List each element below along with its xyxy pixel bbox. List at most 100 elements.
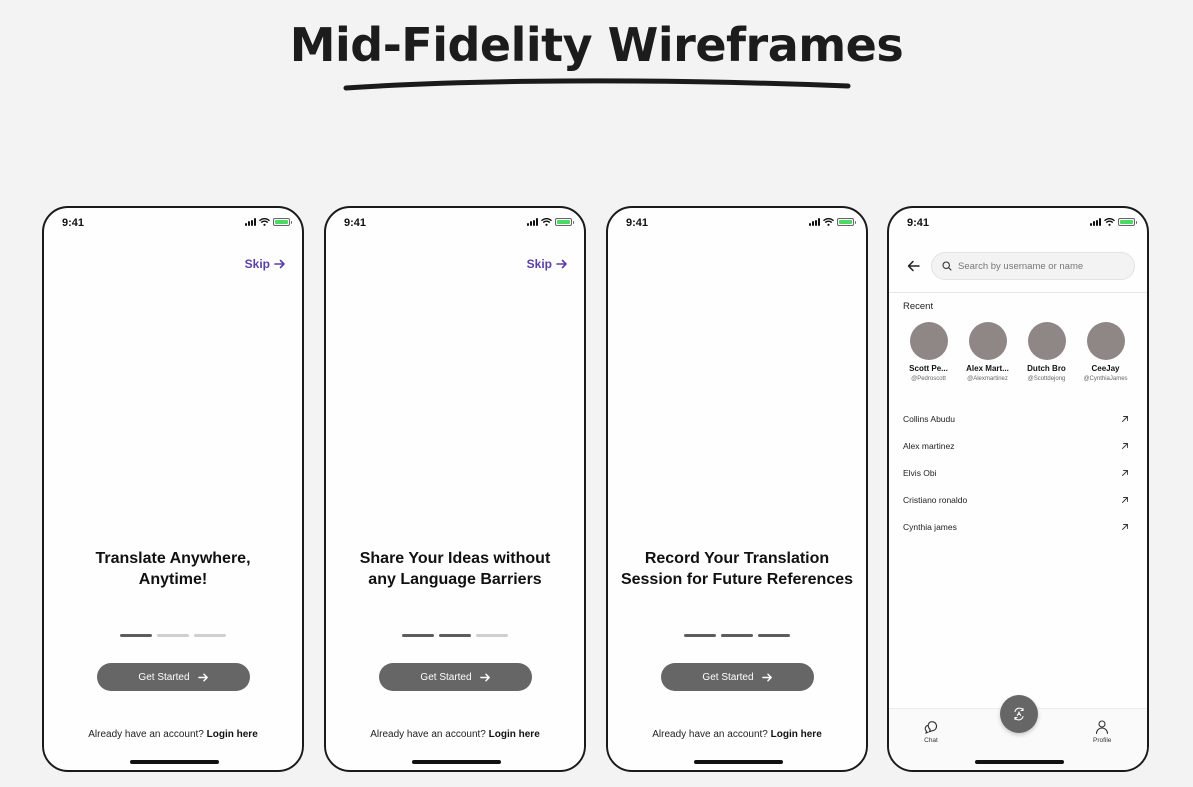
recent-contact[interactable]: Scott Pe... @Pedroscott [899,322,958,382]
status-time: 9:41 [62,217,85,229]
skip-button[interactable]: Skip [245,257,286,271]
page-dot [402,634,434,637]
headline-line-1: Share Your Ideas without [359,550,551,567]
search-icon [942,261,952,271]
recent-label: Recent [903,301,934,312]
recent-contact-name: Dutch Bro [1027,364,1066,373]
onboarding-screen-2: 9:41 Skip Share Your Ideas without any L… [324,206,586,772]
get-started-label: Get Started [420,671,472,683]
arrow-up-right-icon [1122,416,1128,423]
home-indicator [130,760,219,764]
recent-contact[interactable]: CeeJay @CynthiaJames [1076,322,1135,382]
page-dot [758,634,790,637]
status-bar: 9:41 [326,208,584,240]
search-screen: 9:41 Recent Scott Pe... @Pedroscott Alex… [887,206,1149,772]
recent-contact-name: Alex Mart... [966,364,1009,373]
home-indicator [975,760,1064,764]
signal-icon [1090,218,1101,226]
search-result-item[interactable]: Cynthia james [903,513,1129,540]
status-time: 9:41 [907,217,930,229]
recent-contacts: Scott Pe... @Pedroscott Alex Mart... @Al… [899,322,1135,382]
page-dot [157,634,189,637]
translate-icon [1014,707,1024,721]
wifi-icon [823,218,834,226]
page-dot [721,634,753,637]
battery-icon [1118,218,1137,226]
recent-contact-handle: @Scottdejong [1027,376,1066,382]
headline-line-2: Anytime! [138,571,208,588]
login-prompt-text: Already have an account? [652,729,768,740]
login-link[interactable]: Login here [207,729,258,740]
get-started-button[interactable]: Get Started [379,663,532,691]
search-result-item[interactable]: Alex martinez [903,433,1129,460]
onboarding-headline: Record Your Translation Session for Futu… [608,548,866,590]
login-link[interactable]: Login here [771,729,822,740]
page-dot [194,634,226,637]
get-started-button[interactable]: Get Started [97,663,250,691]
chat-icon [924,721,938,734]
recent-contact-handle: @Alexmartinez [967,376,1008,382]
signal-icon [245,218,256,226]
recent-contact[interactable]: Alex Mart... @Alexmartinez [958,322,1017,382]
nav-profile[interactable]: Profile [1093,719,1111,744]
status-time: 9:41 [344,217,367,229]
search-bar [931,252,1135,280]
arrow-up-right-icon [1122,470,1128,476]
page-dot [439,634,471,637]
wifi-icon [541,218,552,226]
recent-contact-handle: @CynthiaJames [1083,376,1128,382]
search-result-item[interactable]: Elvis Obi [903,460,1129,487]
status-bar: 9:41 [44,208,302,240]
onboarding-screen-3: 9:41 Record Your Translation Session for… [606,206,868,772]
search-result-item[interactable]: Collins Abudu [903,406,1129,433]
login-link[interactable]: Login here [489,729,540,740]
avatar [1086,322,1125,360]
get-started-label: Get Started [138,671,190,683]
arrow-right-icon [761,673,772,681]
skip-label: Skip [244,257,270,271]
signal-icon [527,218,538,226]
arrow-right-icon [274,259,285,269]
recent-contact-handle: @Pedroscott [911,376,946,382]
profile-icon [1096,720,1109,735]
get-started-button[interactable]: Get Started [661,663,814,691]
skip-label: Skip [526,257,552,271]
login-prompt-text: Already have an account? [370,729,486,740]
login-prompt: Already have an account? Login here [44,729,302,740]
search-input[interactable] [958,260,1128,272]
search-results: Collins Abudu Alex martinez Elvis Obi Cr… [903,406,1129,540]
signal-icon [809,218,820,226]
onboarding-headline: Share Your Ideas without any Language Ba… [326,548,584,590]
arrow-right-icon [479,673,490,681]
battery-icon [837,218,856,226]
wifi-icon [1104,218,1115,226]
page-indicator [44,634,302,637]
login-prompt: Already have an account? Login here [326,729,584,740]
login-prompt-text: Already have an account? [88,729,204,740]
page-dot [120,634,152,637]
get-started-label: Get Started [702,671,754,683]
nav-chat[interactable]: Chat [923,719,939,744]
headline-line-1: Translate Anywhere, [95,550,251,567]
headline-line-1: Record Your Translation [644,550,830,567]
result-name: Collins Abudu [903,414,955,425]
arrow-up-right-icon [1122,496,1128,503]
headline-line-2: Session for Future References [620,571,854,588]
translate-fab-button[interactable] [1000,695,1038,733]
page-indicator [326,634,584,637]
battery-icon [555,218,574,226]
avatar [1027,322,1066,360]
search-result-item[interactable]: Cristiano ronaldo [903,486,1129,513]
page-indicator [608,634,866,637]
title-underline [343,78,851,91]
back-arrow-icon[interactable] [905,257,923,275]
headline-line-2: any Language Barriers [368,571,542,588]
status-time: 9:41 [626,217,649,229]
recent-contact-name: CeeJay [1091,364,1120,373]
recent-contact[interactable]: Dutch Bro @Scottdejong [1017,322,1076,382]
result-name: Cynthia james [903,521,957,532]
arrow-up-right-icon [1122,443,1128,450]
skip-button[interactable]: Skip [527,257,568,271]
onboarding-headline: Translate Anywhere, Anytime! [44,548,302,590]
avatar [968,322,1007,360]
